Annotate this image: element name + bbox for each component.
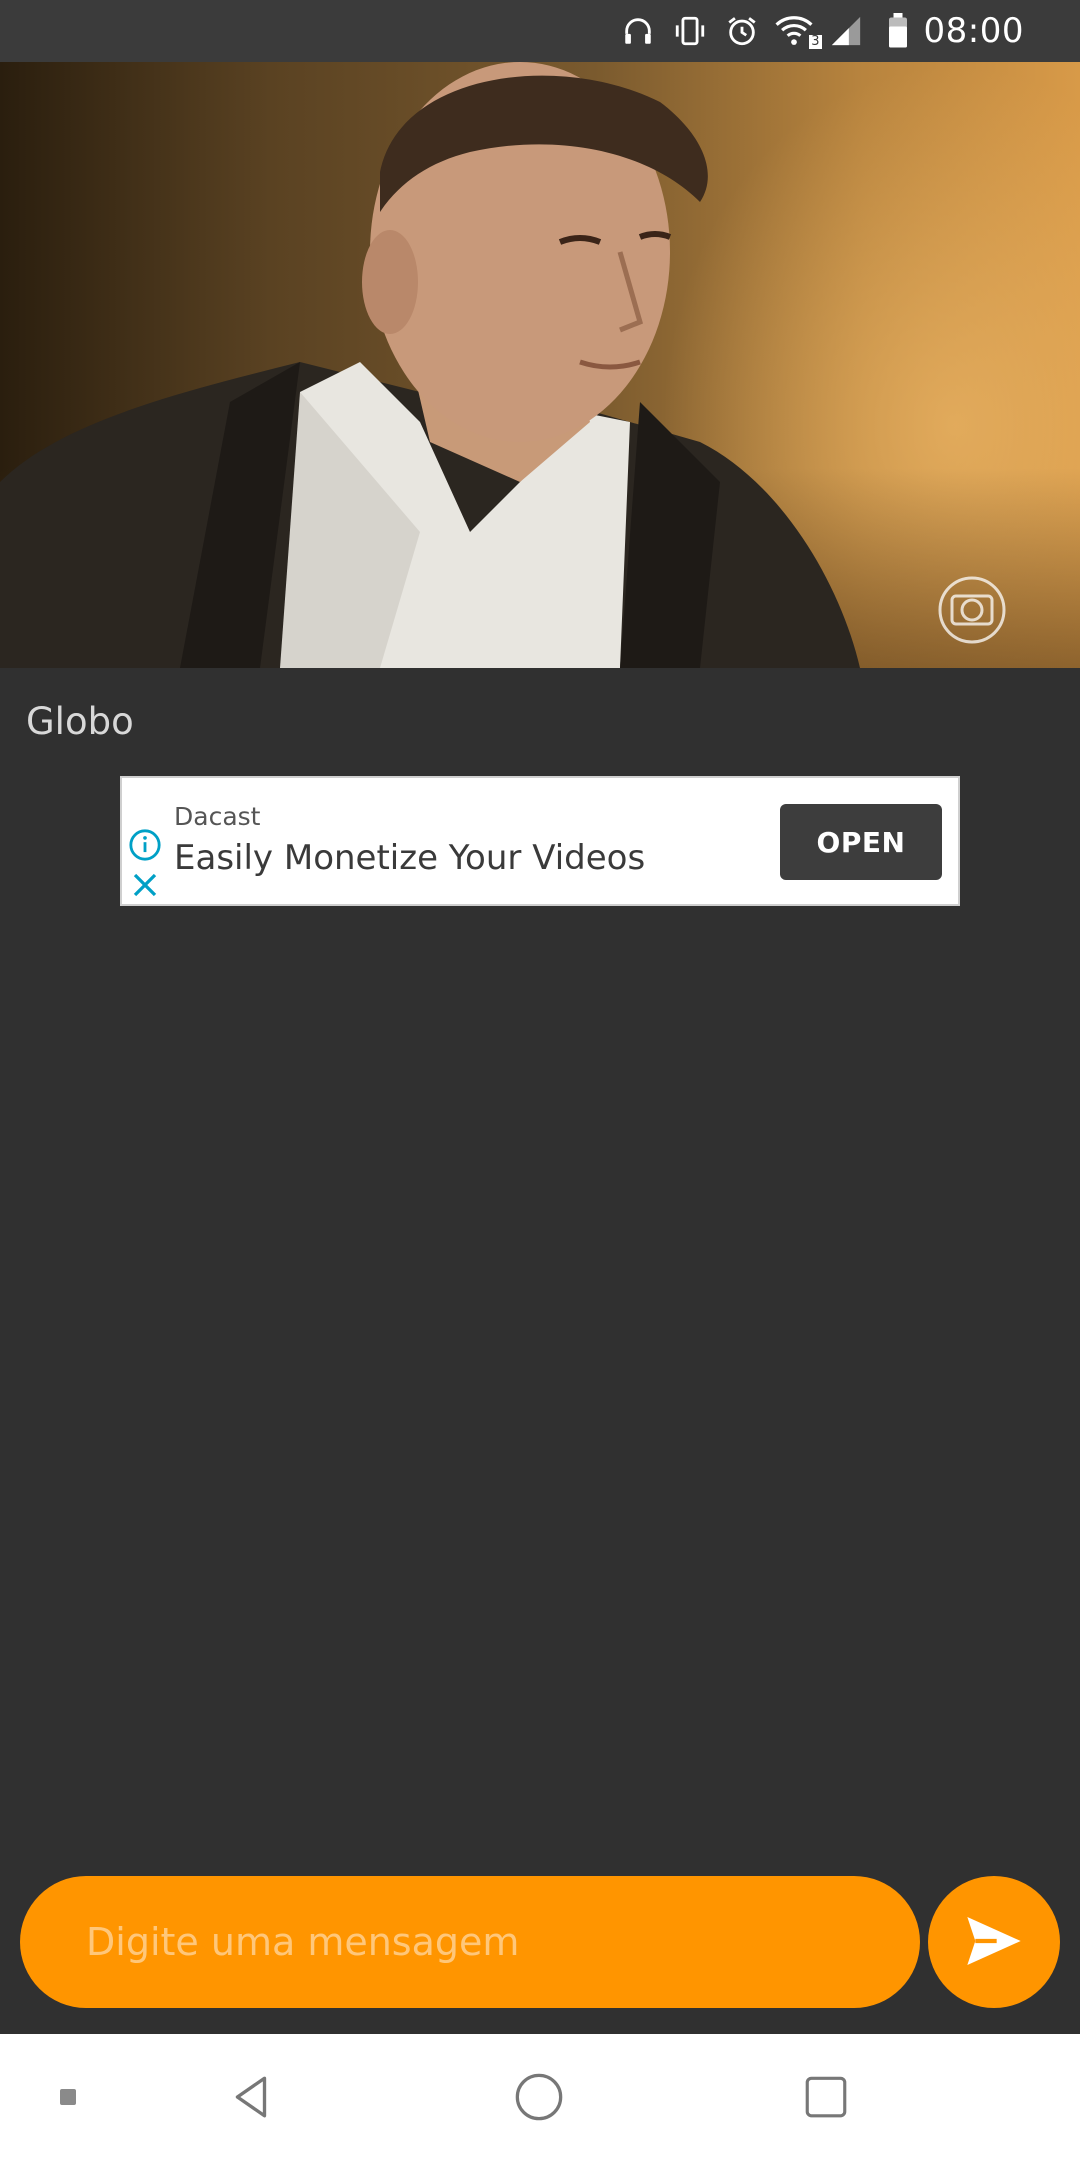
status-time: 08:00 [923,11,1024,51]
alarm-icon [722,11,762,51]
recents-icon[interactable] [786,2034,866,2160]
status-icons: 3 [618,11,918,51]
info-icon[interactable] [128,828,162,862]
battery-icon [878,11,918,51]
video-player[interactable] [0,62,1080,668]
message-composer[interactable] [20,1876,920,2008]
ad-banner[interactable]: Dacast Easily Monetize Your Videos OPEN [120,776,960,906]
send-button[interactable] [928,1876,1060,2008]
message-input[interactable] [86,1920,846,1964]
video-frame [0,62,860,668]
signal-icon [826,11,866,51]
status-bar: 3 08:00 [0,0,1080,62]
back-icon[interactable] [212,2034,292,2160]
network-badge: 3 [809,34,822,49]
headphones-icon [618,11,658,51]
ad-advertiser: Dacast [174,802,261,831]
globo-logo-icon [936,574,1008,646]
wifi-icon: 3 [774,11,822,51]
ad-headline[interactable]: Easily Monetize Your Videos [174,838,645,878]
navigation-bar [0,2034,1080,2160]
ad-open-button[interactable]: OPEN [780,804,942,880]
home-icon[interactable] [499,2034,579,2160]
send-icon [962,1909,1026,1976]
close-icon[interactable] [130,870,160,900]
menu-dot-icon[interactable] [40,2034,96,2160]
channel-title: Globo [26,700,134,743]
vibrate-icon [670,11,710,51]
